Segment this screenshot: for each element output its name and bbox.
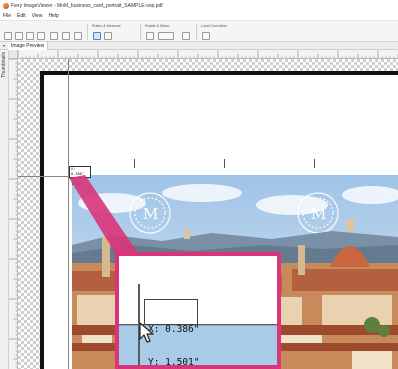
- zoom-icon[interactable]: [62, 32, 70, 40]
- thumbnails-panel[interactable]: Thumbnails: [0, 50, 9, 369]
- svg-text:M: M: [311, 205, 326, 223]
- open-icon[interactable]: [4, 32, 12, 40]
- menu-bar: File Edit View Help: [0, 11, 398, 20]
- guide-vertical: [68, 59, 69, 369]
- ruler-corner: [9, 50, 18, 59]
- trim-mark: [314, 159, 315, 168]
- menu-edit[interactable]: Edit: [17, 13, 26, 19]
- window-title: Fiery ImageViewer - MnM_business_card_po…: [11, 2, 163, 9]
- readout-x-small: X: 0.386": [71, 167, 84, 176]
- menu-file[interactable]: File: [3, 13, 11, 19]
- readout-y: Y: 1.501": [148, 357, 200, 368]
- horizontal-ruler-ticks: [18, 50, 398, 58]
- readout-y-small: Y: 1.501": [71, 177, 84, 186]
- print-icon[interactable]: [50, 32, 58, 40]
- title-bar: Fiery ImageViewer - MnM_business_card_po…: [0, 0, 398, 11]
- local-correction-label: Local Correction: [201, 24, 228, 28]
- svg-text:M: M: [143, 205, 158, 223]
- panel-pin-icon[interactable]: ▾: [0, 43, 8, 48]
- tab-image-preview[interactable]: Image Preview: [8, 41, 49, 50]
- zoom-page-area: [119, 256, 277, 325]
- rotate-mirror-label: Rotate & Mirror: [145, 24, 170, 28]
- measure-icon[interactable]: [104, 32, 112, 40]
- zoom-callout: X: 0.386" Y: 1.501": [115, 252, 281, 369]
- panel-tabs: ▾ Image Preview: [0, 41, 398, 50]
- ruler-icon[interactable]: [93, 32, 101, 40]
- horizontal-ruler[interactable]: [18, 50, 398, 59]
- trim-mark: [134, 159, 135, 168]
- vertical-ruler[interactable]: [9, 59, 18, 369]
- delete-icon[interactable]: [26, 32, 34, 40]
- readout-x: X: 0.386": [148, 324, 200, 335]
- toolbar: Rulers & Measure Rotate & Mirror Local C…: [0, 20, 398, 42]
- measure-readout-small: X: 0.386" Y: 1.501": [69, 166, 91, 186]
- mirror-icon[interactable]: [182, 32, 190, 40]
- menu-help[interactable]: Help: [48, 13, 58, 19]
- rotate-angle-dropdown[interactable]: [158, 32, 174, 40]
- save-icon[interactable]: [15, 32, 23, 40]
- undo-icon[interactable]: [37, 32, 45, 40]
- rotate-icon[interactable]: [146, 32, 154, 40]
- thumbnails-label: Thumbnails: [1, 52, 7, 78]
- rulers-measure-label: Rulers & Measure: [92, 24, 121, 28]
- trim-mark: [224, 159, 225, 168]
- menu-view[interactable]: View: [32, 13, 43, 19]
- vertical-ruler-ticks: [9, 59, 17, 368]
- arrow-cursor-icon: [139, 322, 154, 343]
- app-logo-icon: [3, 2, 9, 9]
- local-correction-icon[interactable]: [202, 32, 210, 40]
- fit-page-icon[interactable]: [74, 32, 82, 40]
